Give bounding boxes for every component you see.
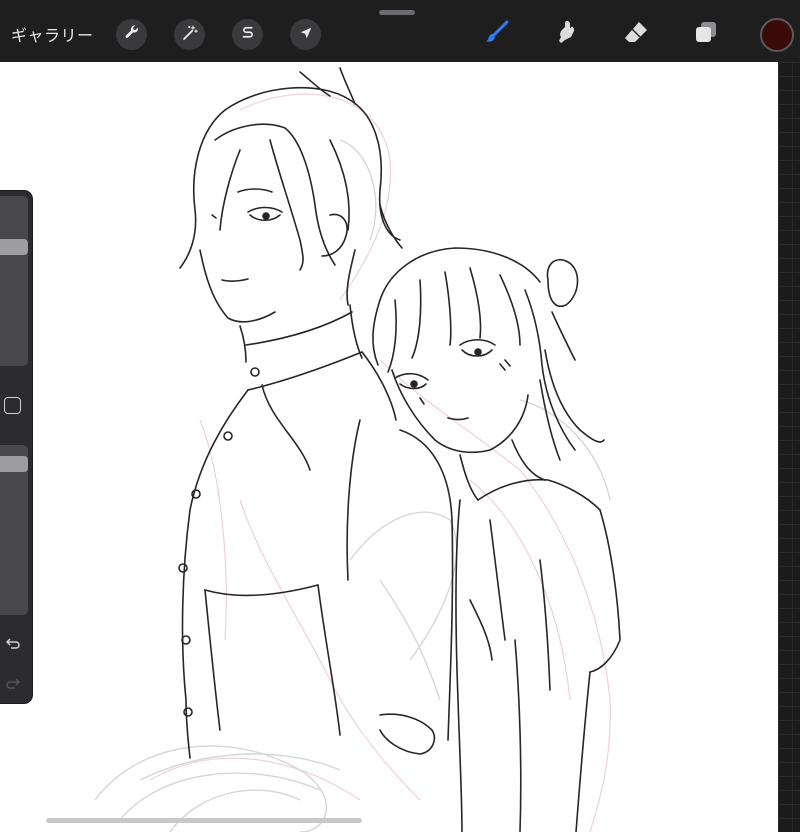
selection-button[interactable] [232, 19, 263, 50]
eraser-icon [622, 18, 650, 50]
gallery-button[interactable]: ギャラリー [11, 22, 94, 46]
actions-wrench-button[interactable] [116, 19, 147, 50]
modify-square-icon[interactable] [4, 397, 21, 414]
brush-size-slider[interactable] [0, 196, 28, 366]
top-grabber-handle[interactable] [379, 10, 415, 15]
undo-button[interactable] [4, 636, 22, 654]
redo-button[interactable] [4, 676, 22, 694]
redo-icon [5, 675, 21, 695]
drawing-canvas[interactable] [0, 62, 778, 832]
layers-tool-button[interactable] [689, 17, 723, 51]
opacity-slider[interactable] [0, 445, 28, 615]
opacity-thumb[interactable] [0, 456, 28, 472]
color-picker-button[interactable] [760, 18, 794, 52]
undo-icon [5, 635, 21, 655]
arrow-cursor-icon [297, 24, 315, 46]
selection-s-icon [239, 24, 257, 46]
eraser-tool-button[interactable] [619, 17, 653, 51]
adjustments-button[interactable] [174, 19, 205, 50]
brush-icon [483, 18, 511, 50]
transform-button[interactable] [290, 19, 321, 50]
smudge-tool-button[interactable] [549, 17, 583, 51]
brush-size-thumb[interactable] [0, 239, 28, 255]
layers-icon [692, 18, 720, 50]
brush-tool-button[interactable] [480, 17, 514, 51]
sketch-artwork [94, 67, 621, 832]
wrench-icon [123, 24, 141, 46]
left-sidebar [0, 191, 32, 703]
home-indicator-bar [46, 818, 362, 823]
magic-wand-icon [181, 24, 199, 46]
smudge-icon [552, 18, 580, 50]
canvas-background-grid [778, 62, 800, 832]
top-toolbar: ギャラリー [0, 0, 800, 62]
